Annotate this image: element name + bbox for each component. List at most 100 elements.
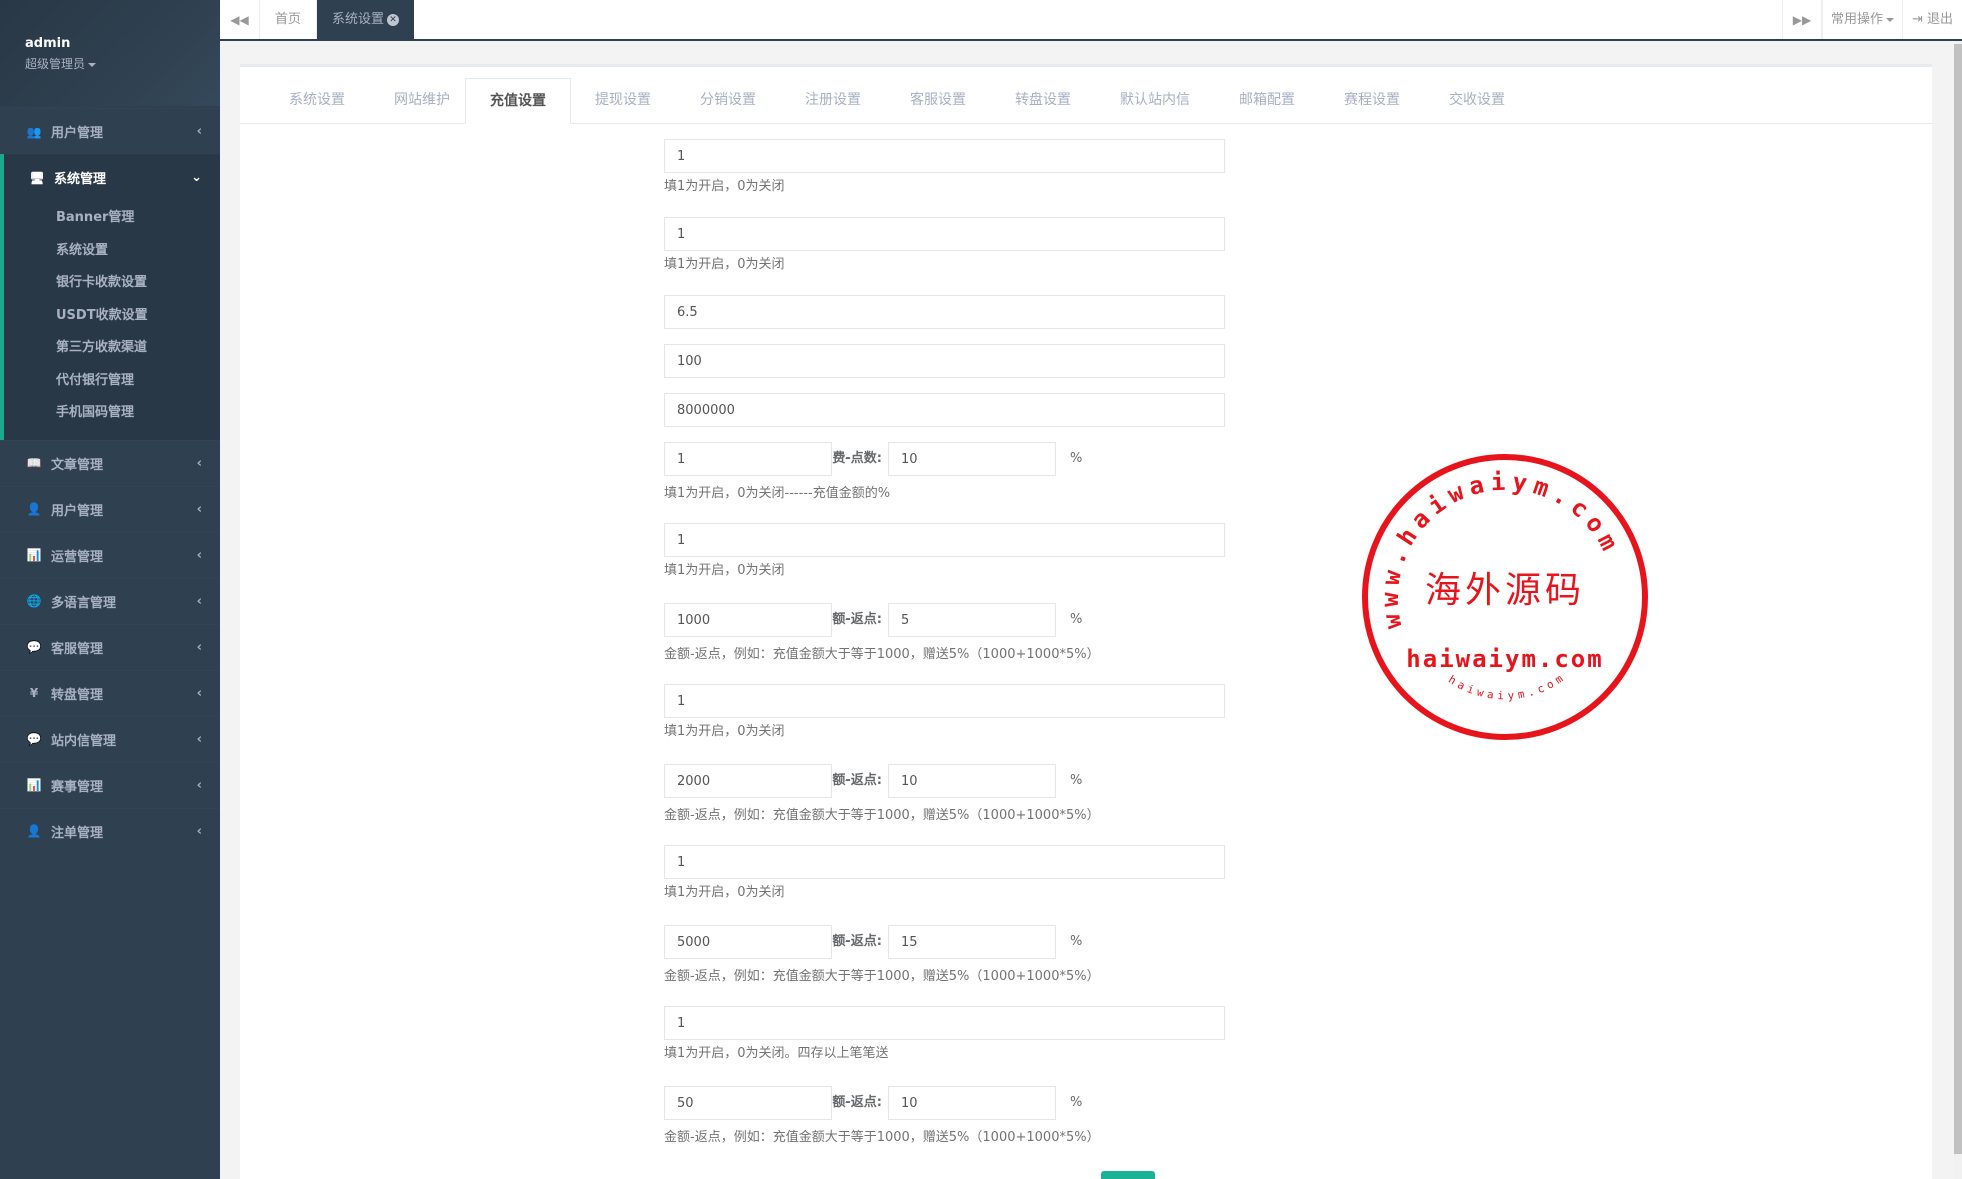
submit-button[interactable] <box>1101 1171 1155 1179</box>
sidebar-item-label: 用户管理 <box>51 503 104 519</box>
min-amount-input[interactable] <box>664 344 1225 378</box>
sidebar-item-messages[interactable]: 💬 站内信管理 ‹ <box>0 716 220 762</box>
sidebar-item-events[interactable]: 📊 赛事管理 ‹ <box>0 762 220 808</box>
bar-chart-icon: 📊 <box>26 778 42 792</box>
logout-button[interactable]: ⇥ 退出 <box>1902 0 1962 39</box>
fee-percent-input[interactable] <box>888 442 1056 476</box>
sidebar-item-system-management[interactable]: 🖥 系统管理 ⌄ <box>4 154 220 200</box>
sidebar-item-label: 多语言管理 <box>51 595 117 611</box>
sidebar-item-label: 用户管理 <box>51 126 104 141</box>
help-text: 填1为开启，0为关闭------充值金额的% <box>664 486 891 501</box>
second-rebate-amount-input[interactable] <box>664 764 832 798</box>
user-icon: 👤 <box>26 824 42 838</box>
help-text: 金额-返点，例如：充值金额大于等于1000，赠送5%（1000+1000*5%） <box>664 1130 1100 1145</box>
range-separator: - <box>845 1095 850 1110</box>
chevron-left-icon: ‹ <box>196 547 202 563</box>
second-rebate-percent-input[interactable] <box>888 764 1056 798</box>
first-rebate-percent-input[interactable] <box>888 603 1056 637</box>
tab-recharge-settings[interactable]: 充值设置 <box>465 78 571 124</box>
percent-sign: % <box>1070 451 1083 466</box>
tab-schedule-settings[interactable]: 赛程设置 <box>1320 78 1424 124</box>
tab-register-settings[interactable]: 注册设置 <box>781 78 885 124</box>
max-amount-input[interactable] <box>664 393 1225 427</box>
tab-withdraw-settings[interactable]: 提现设置 <box>571 78 675 124</box>
sidebar-item-label: 注单管理 <box>51 825 104 841</box>
chevron-down-icon: ⌄ <box>191 170 202 185</box>
sidebar-item-bets[interactable]: 👤 注单管理 ‹ <box>0 808 220 854</box>
tab-settlement-settings[interactable]: 交收设置 <box>1425 78 1529 124</box>
sidebar-item-user-management[interactable]: 👥 用户管理 ‹ <box>0 108 220 154</box>
sidebar-subitem-bank-card[interactable]: 银行卡收款设置 <box>4 267 220 300</box>
sidebar-item-label: 文章管理 <box>51 457 104 473</box>
tab-service-settings[interactable]: 客服设置 <box>886 78 990 124</box>
chevron-left-icon: ‹ <box>196 823 202 839</box>
sidebar-item-multilanguage[interactable]: 🌐 多语言管理 ‹ <box>0 578 220 624</box>
bar-chart-icon: 📊 <box>26 548 42 562</box>
fourth-activity-input[interactable] <box>664 1006 1225 1040</box>
scrollbar-thumb[interactable] <box>1954 44 1962 1154</box>
chevron-left-icon: ‹ <box>196 593 202 609</box>
logout-label: 退出 <box>1927 12 1954 27</box>
sidebar-subitem-usdt[interactable]: USDT收款设置 <box>4 300 220 333</box>
percent-sign: % <box>1070 773 1083 788</box>
tab-label: 系统设置 <box>332 12 385 27</box>
chevron-left-icon: ‹ <box>196 124 202 139</box>
usdt-recharge-input[interactable] <box>664 217 1225 251</box>
first-rebate-amount-input[interactable] <box>664 603 832 637</box>
settings-tabs: 系统设置 网站维护 充值设置 提现设置 分销设置 注册设置 客服设置 转盘设置 … <box>240 67 1932 124</box>
sidebar-subitem-third-party[interactable]: 第三方收款渠道 <box>4 332 220 365</box>
profile-role-dropdown[interactable]: 超级管理员 <box>25 55 195 72</box>
third-activity-input[interactable] <box>664 845 1225 879</box>
sidebar-subnav: Banner管理 系统设置 银行卡收款设置 USDT收款设置 第三方收款渠道 代… <box>4 200 220 440</box>
range-separator: - <box>845 773 850 788</box>
help-text: 金额-返点，例如：充值金额大于等于1000，赠送5%（1000+1000*5%） <box>664 808 1100 823</box>
chevron-left-icon: ‹ <box>196 777 202 793</box>
tab-site-maintenance[interactable]: 网站维护 <box>370 78 474 124</box>
profile-panel: admin 超级管理员 <box>0 0 220 106</box>
fourth-rebate-amount-input[interactable] <box>664 1086 832 1120</box>
tab-system-settings[interactable]: 系统设置 <box>265 78 369 124</box>
sidebar-item-wheel[interactable]: ¥ 转盘管理 ‹ <box>0 670 220 716</box>
help-text: 金额-返点，例如：充值金额大于等于1000，赠送5%（1000+1000*5%） <box>664 969 1100 984</box>
first-activity-input[interactable] <box>664 523 1225 557</box>
second-activity-input[interactable] <box>664 684 1225 718</box>
sidebar-item-user-management-2[interactable]: 👤 用户管理 ‹ <box>0 486 220 532</box>
double-chevron-right-icon: ▶▶ <box>1792 12 1812 27</box>
fee-enable-input[interactable] <box>664 442 832 476</box>
tab-system-settings[interactable]: 系统设置 ✕ <box>317 0 415 41</box>
globe-icon: 🌐 <box>26 594 42 608</box>
tab-distribution-settings[interactable]: 分销设置 <box>676 78 780 124</box>
sidebar-subitem-system-settings[interactable]: 系统设置 <box>4 235 220 268</box>
tab-wheel-settings[interactable]: 转盘设置 <box>991 78 1095 124</box>
sidebar-item-operations[interactable]: 📊 运营管理 ‹ <box>0 532 220 578</box>
common-operations-dropdown[interactable]: 常用操作 <box>1822 0 1902 39</box>
sidebar-group-system: 🖥 系统管理 ⌄ Banner管理 系统设置 银行卡收款设置 USDT收款设置 … <box>0 154 220 440</box>
scroll-tabs-left-button[interactable]: ◀◀ <box>220 0 260 39</box>
sidebar-item-label: 运营管理 <box>51 549 104 565</box>
fourth-rebate-percent-input[interactable] <box>888 1086 1056 1120</box>
scroll-tabs-right-button[interactable]: ▶▶ <box>1782 0 1822 39</box>
sidebar-subitem-payout-bank[interactable]: 代付银行管理 <box>4 365 220 398</box>
percent-sign: % <box>1070 1095 1083 1110</box>
percent-sign: % <box>1070 612 1083 627</box>
sidebar-item-customer-service[interactable]: 💬 客服管理 ‹ <box>0 624 220 670</box>
chevron-left-icon: ‹ <box>196 639 202 655</box>
usdt-rate-input[interactable] <box>664 295 1225 329</box>
third-rebate-percent-input[interactable] <box>888 925 1056 959</box>
help-text: 填1为开启，0为关闭 <box>664 179 785 194</box>
users-icon: 👥 <box>26 124 42 139</box>
sidebar-item-article-management[interactable]: 📖 文章管理 ‹ <box>0 440 220 486</box>
tab-home[interactable]: 首页 <box>260 0 318 39</box>
caret-down-icon <box>1886 17 1894 22</box>
sidebar-subitem-phone-code[interactable]: 手机国码管理 <box>4 397 220 430</box>
user-icon: 👤 <box>26 502 42 516</box>
tab-default-message[interactable]: 默认站内信 <box>1096 78 1214 124</box>
chevron-left-icon: ‹ <box>196 731 202 747</box>
sidebar-subitem-banner[interactable]: Banner管理 <box>4 202 220 235</box>
tab-email-config[interactable]: 邮箱配置 <box>1215 78 1319 124</box>
close-tab-icon[interactable]: ✕ <box>387 13 400 26</box>
third-rebate-amount-input[interactable] <box>664 925 832 959</box>
sign-out-icon: ⇥ <box>1911 12 1923 27</box>
sidebar-item-label: 赛事管理 <box>51 779 104 795</box>
bank-recharge-input[interactable] <box>664 139 1225 173</box>
